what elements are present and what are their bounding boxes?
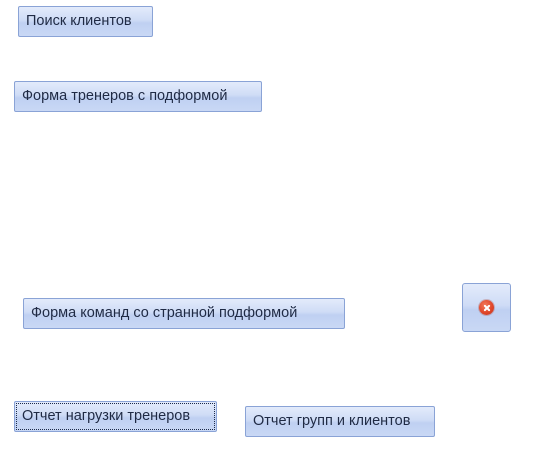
close-form-button[interactable] xyxy=(462,283,511,332)
teams-form-button[interactable]: Форма команд со странной подформой xyxy=(23,298,345,329)
switchboard-form: Поиск клиентов Форма тренеров с подформо… xyxy=(0,0,534,453)
trainers-load-report-button[interactable]: Отчет нагрузки тренеров xyxy=(14,401,217,432)
client-search-button[interactable]: Поиск клиентов xyxy=(18,6,153,37)
groups-clients-report-button[interactable]: Отчет групп и клиентов xyxy=(245,406,435,437)
trainers-form-button[interactable]: Форма тренеров с подформой xyxy=(14,81,262,112)
close-icon xyxy=(479,300,494,315)
